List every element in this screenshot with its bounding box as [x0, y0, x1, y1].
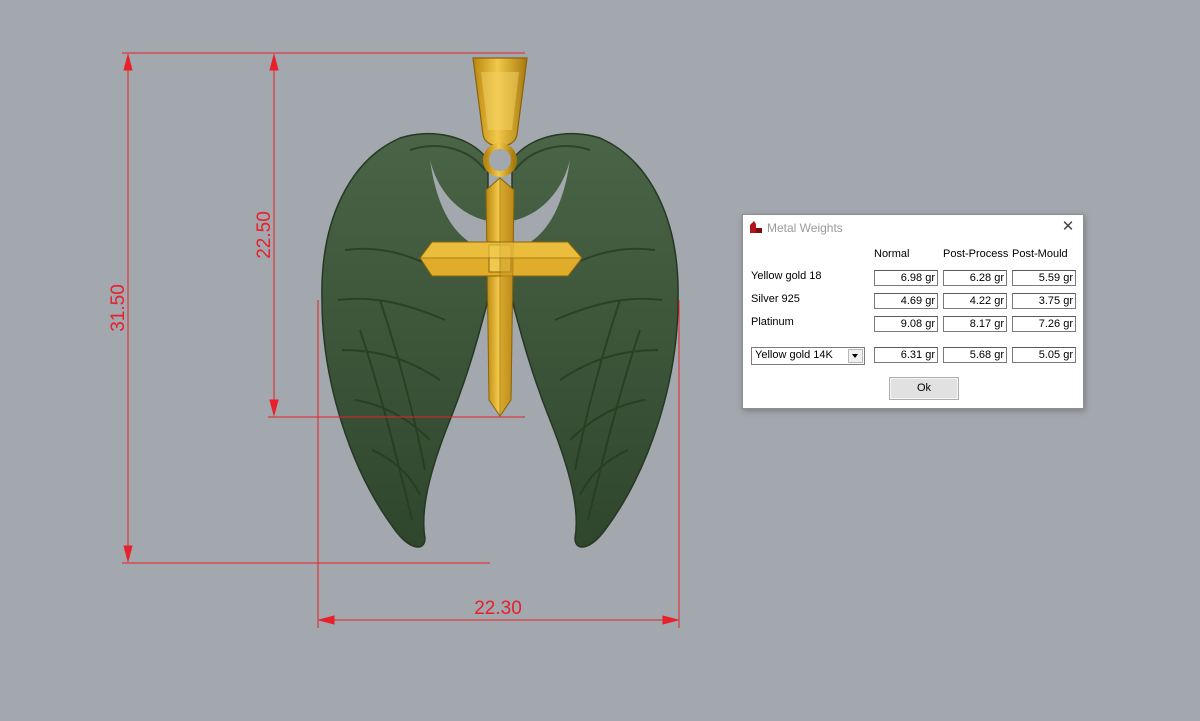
weight-field[interactable]: 6.31 gr — [874, 347, 938, 363]
dimension-total-height: 31.50 — [108, 284, 129, 332]
alloy-select[interactable]: Yellow gold 14K — [751, 347, 865, 365]
row-label-silver-925: Silver 925 — [751, 293, 800, 305]
row-label-platinum: Platinum — [751, 316, 794, 328]
app-icon — [750, 221, 762, 233]
weight-field[interactable]: 5.05 gr — [1012, 347, 1076, 363]
ok-button[interactable]: Ok — [889, 377, 959, 400]
dimension-width: 22.30 — [474, 598, 522, 619]
weight-field[interactable]: 5.59 gr — [1012, 270, 1076, 286]
dimension-cross-height: 22.50 — [254, 211, 275, 259]
weight-field[interactable]: 7.26 gr — [1012, 316, 1076, 332]
dropdown-arrow-icon[interactable] — [848, 349, 863, 363]
dialog-titlebar[interactable]: Metal Weights ✕ — [743, 215, 1083, 239]
weight-field[interactable]: 5.68 gr — [943, 347, 1007, 363]
alloy-select-value: Yellow gold 14K — [755, 349, 833, 361]
weight-field[interactable]: 8.17 gr — [943, 316, 1007, 332]
weight-field[interactable]: 9.08 gr — [874, 316, 938, 332]
row-label-yellow-gold-18: Yellow gold 18 — [751, 270, 822, 282]
left-wing — [321, 132, 489, 548]
weight-field[interactable]: 3.75 gr — [1012, 293, 1076, 309]
jump-ring — [483, 143, 517, 177]
weight-field[interactable]: 4.22 gr — [943, 293, 1007, 309]
column-header-post-mould: Post-Mould — [1012, 248, 1068, 260]
metal-weights-dialog: Metal Weights ✕ Normal Post-Process Post… — [742, 214, 1084, 409]
column-header-post-process: Post-Process — [943, 248, 1009, 260]
close-icon[interactable]: ✕ — [1059, 218, 1077, 236]
weight-field[interactable]: 6.28 gr — [943, 270, 1007, 286]
dialog-title: Metal Weights — [767, 221, 843, 235]
weight-field[interactable]: 4.69 gr — [874, 293, 938, 309]
column-header-normal: Normal — [874, 248, 910, 260]
pendant-model — [321, 57, 679, 548]
weight-field[interactable]: 6.98 gr — [874, 270, 938, 286]
right-wing — [511, 132, 679, 548]
